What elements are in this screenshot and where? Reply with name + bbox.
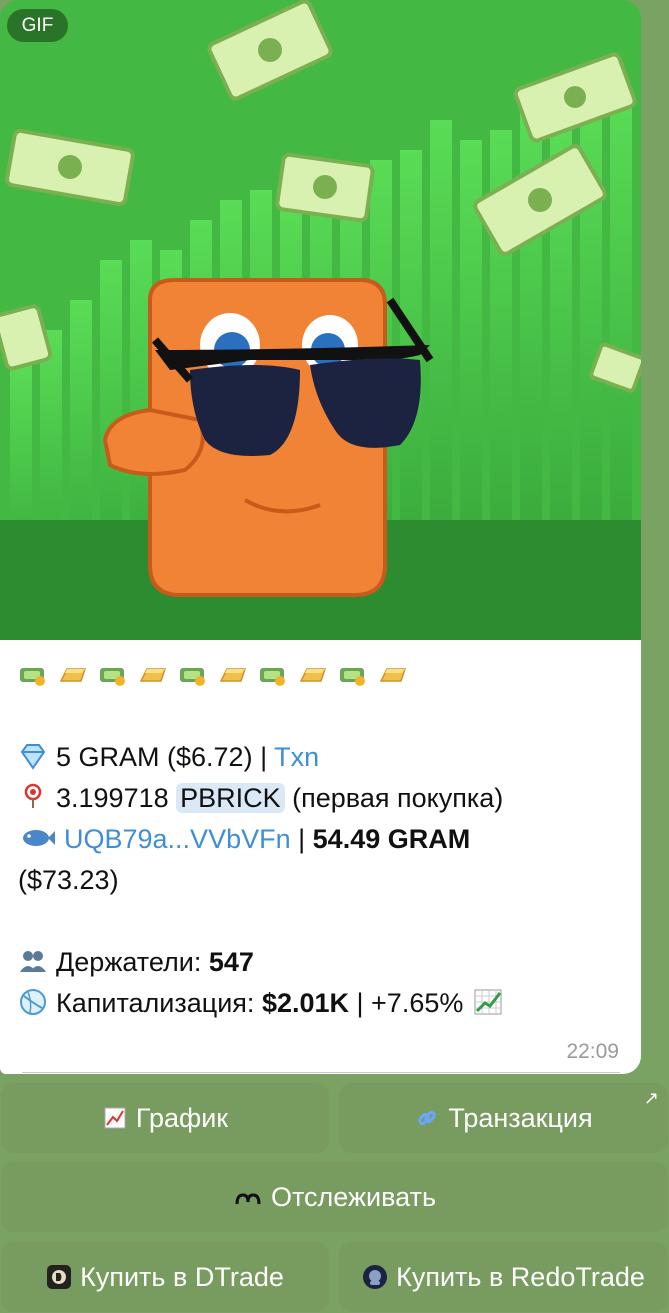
buy-dtrade-label: Купить в DTrade <box>80 1261 284 1292</box>
gram-amount-line: 5 GRAM ($6.72) | Txn <box>18 737 628 778</box>
link-icon <box>414 1105 440 1131</box>
wallet-balance: 54.49 GRAM <box>312 824 471 854</box>
buy-redotrade-label: Купить в RedoTrade <box>396 1261 645 1292</box>
people-icon <box>18 946 48 976</box>
gif-badge: GIF <box>7 9 68 42</box>
gold-bar-icon <box>378 659 418 689</box>
track-button-label: Отслеживать <box>270 1181 437 1212</box>
track-button[interactable]: Отслеживать <box>0 1161 669 1233</box>
holders-value: 547 <box>208 947 254 977</box>
first-buy-note: (первая покупка) <box>284 783 504 813</box>
gold-bar-icon <box>218 659 258 689</box>
token-amount-line: 3.199718 PBRICK (первая покупка) <box>18 778 628 819</box>
target-icon <box>18 782 48 812</box>
cap-label: Капитализация: <box>56 988 262 1018</box>
wallet-link[interactable]: UQB79a...VVbVFn <box>64 824 291 854</box>
redotrade-logo-icon <box>362 1264 388 1290</box>
buy-redotrade-button[interactable]: Купить в RedoTrade <box>338 1241 669 1313</box>
chart-button[interactable]: График <box>0 1082 330 1154</box>
token-ticker[interactable]: PBRICK <box>176 783 285 813</box>
external-link-icon: ↗ <box>643 1088 659 1108</box>
cap-value: $2.01K <box>261 988 350 1018</box>
divider <box>22 1072 620 1073</box>
wallet-line: UQB79a...VVbVFn | 54.49 GRAM <box>18 819 628 860</box>
buy-dtrade-button[interactable]: Купить в DTrade <box>0 1241 330 1313</box>
chart-button-label: График <box>135 1102 229 1133</box>
cap-change: | +7.65% <box>349 988 471 1018</box>
holders-line: Держатели: 547 <box>18 942 628 983</box>
holders-label: Держатели: <box>56 947 209 977</box>
money-bag-icon <box>98 659 138 689</box>
message-bubble: GIF 5 GRAM ($6.72) | Txn 3.199718 PBRICK… <box>0 0 641 1074</box>
wallet-balance-usd: ($73.23) <box>18 865 119 895</box>
message-text: 5 GRAM ($6.72) | Txn 3.199718 PBRICK (пе… <box>18 655 628 1024</box>
emoji-banner <box>18 655 628 695</box>
dtrade-logo-icon <box>46 1264 72 1290</box>
gram-amount: 5 GRAM ($6.72) | <box>56 742 275 772</box>
chart-icon <box>102 1105 128 1131</box>
gif-media[interactable]: GIF <box>0 0 641 640</box>
money-bag-icon <box>258 659 298 689</box>
gif-illustration <box>0 0 641 640</box>
chart-up-icon <box>473 987 503 1017</box>
glasses-icon <box>233 1184 263 1210</box>
cap-line: Капитализация: $2.01K | +7.65% <box>18 983 628 1024</box>
txn-link[interactable]: Txn <box>274 742 319 772</box>
money-bag-icon <box>178 659 218 689</box>
money-bag-icon <box>338 659 378 689</box>
gold-bar-icon <box>58 659 98 689</box>
diamond-icon <box>18 741 48 771</box>
message-time: 22:09 <box>566 1040 619 1063</box>
globe-icon <box>18 987 48 1017</box>
money-bag-icon <box>18 659 58 689</box>
transaction-button[interactable]: Транзакция ↗ <box>338 1082 669 1154</box>
transaction-button-label: Транзакция <box>448 1102 593 1133</box>
gold-bar-icon <box>138 659 178 689</box>
gold-bar-icon <box>298 659 338 689</box>
token-amount: 3.199718 <box>56 783 177 813</box>
fish-icon <box>18 823 56 853</box>
wallet-separator: | <box>290 824 313 854</box>
